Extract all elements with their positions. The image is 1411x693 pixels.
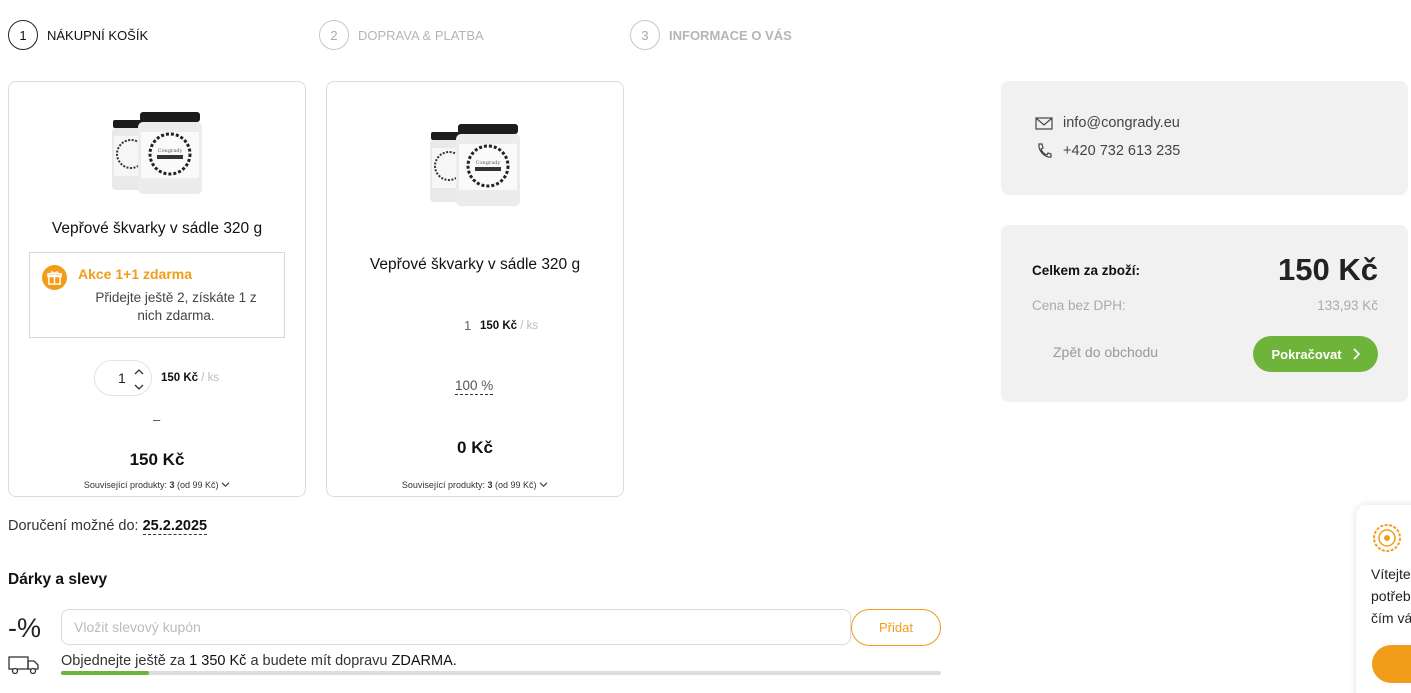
step-number: 1 [8,20,38,50]
coupon-placeholder: Vložit slevový kupón [74,619,201,635]
cart-item-card: Congrady Vepřové škvarky v sádle 320 g 1… [326,81,624,497]
contact-email[interactable]: info@congrady.eu [1035,115,1180,131]
order-summary: Celkem za zboží: 150 Kč Cena bez DPH: 13… [1001,225,1408,402]
item-total: 0 Kč [457,438,493,457]
step-cart[interactable]: 1 NÁKUPNÍ KOŠÍK [8,20,148,50]
mail-icon [1035,116,1053,130]
free-shipping-suffix: a budete mít dopravu [250,653,388,669]
related-from: (od 99 Kč) [177,480,219,490]
related-products-toggle[interactable]: Související produkty: 3 (od 99 Kč) [327,480,623,490]
chat-message: Vítejte potřeb čím vá [1371,563,1411,629]
step-label: INFORMACE O VÁS [669,27,792,43]
svg-text:Congrady: Congrady [158,148,183,154]
unit-price: 150 Kč / ks [161,372,219,384]
free-shipping-text: Objednejte ještě za 1 350 Kč a budete mí… [61,653,457,669]
chat-button[interactable] [1372,645,1411,683]
chat-line: čím vá [1371,610,1411,626]
free-shipping-progress [61,671,941,675]
total-value: 150 Kč [1278,252,1378,287]
step-number: 2 [319,20,349,50]
item-total: 150 Kč [129,450,185,469]
unit-price-value: 150 Kč [480,320,518,332]
chat-line: potřeb [1371,588,1411,604]
coupon-input[interactable]: Vložit slevový kupón [61,609,851,645]
phone-icon [1038,143,1052,158]
percent-icon: -% [8,613,41,643]
unit-label: / ks [520,320,539,332]
contact-phone[interactable]: +420 732 613 235 [1035,142,1180,160]
brand-logo-icon [1372,523,1402,558]
free-shipping-progress-fill [61,671,149,675]
chevron-right-icon [1352,348,1360,360]
step-shipping-payment[interactable]: 2 DOPRAVA & PLATBA [319,20,484,50]
quantity-value[interactable]: 1 [118,370,126,386]
total-label: Celkem za zboží: [1032,263,1141,278]
promo-title: Akce 1+1 zdarma [78,266,193,282]
related-products-toggle[interactable]: Související produkty: 3 (od 99 Kč) [9,480,305,490]
vat-value: 133,93 Kč [1317,298,1378,313]
free-shipping-amount: 1 350 Kč [189,653,247,669]
unit-label: / ks [201,372,220,384]
related-label: Související produkty: [401,480,485,490]
continue-label: Pokračovat [1271,346,1342,362]
product-image[interactable]: Congrady [109,108,209,198]
step-label: DOPRAVA & PLATBA [358,27,484,43]
gifts-title: Dárky a slevy [8,571,108,588]
related-label: Související produkty: [83,480,167,490]
chevron-up-icon[interactable] [133,365,145,377]
related-from: (od 99 Kč) [495,480,537,490]
vat-label: Cena bez DPH: [1032,298,1126,313]
promo-text: Přidejte ještě 2, získáte 1 z nich zdarm… [95,290,257,323]
chevron-down-icon [221,482,230,488]
step-customer-info[interactable]: 3 INFORMACE O VÁS [630,20,792,50]
quantity-value: 1 [464,318,472,333]
free-shipping-highlight: ZDARMA. [391,653,457,669]
chevron-down-icon[interactable] [133,380,145,392]
related-count: 3 [169,480,175,490]
back-to-shop-link[interactable]: Zpět do obchodu [1053,344,1158,360]
step-number: 3 [630,20,660,50]
product-title[interactable]: Vepřové škvarky v sádle 320 g [327,256,623,274]
discount-placeholder: – [153,412,161,427]
add-coupon-button[interactable]: Přidat [851,609,941,646]
cart-item-card: Congrady Vepřové škvarky v sádle 320 g A… [8,81,306,497]
contact-phone-text: +420 732 613 235 [1063,143,1181,159]
product-image[interactable]: Congrady [427,120,527,210]
promo-box: Akce 1+1 zdarma Přidejte ještě 2, získát… [29,252,285,338]
chevron-down-icon [539,482,548,488]
free-shipping-prefix: Objednejte ještě za [61,653,186,669]
checkout-steps: 1 NÁKUPNÍ KOŠÍK 2 DOPRAVA & PLATBA 3 INF… [8,20,908,50]
product-title[interactable]: Vepřové škvarky v sádle 320 g [9,220,305,238]
unit-price-value: 150 Kč [161,372,199,384]
continue-button[interactable]: Pokračovat [1253,336,1378,372]
truck-icon [8,655,40,680]
contact-box: info@congrady.eu +420 732 613 235 [1001,81,1408,195]
delivery-info: Doručení možné do: 25.2.2025 [8,518,208,535]
discount-value[interactable]: 100 % [455,378,494,395]
chat-widget[interactable]: Vítejte potřeb čím vá [1356,505,1411,693]
contact-email-text: info@congrady.eu [1063,115,1180,131]
delivery-date[interactable]: 25.2.2025 [142,518,208,535]
related-count: 3 [487,480,493,490]
chat-line: Vítejte [1371,566,1411,582]
quantity-stepper[interactable]: 1 [94,360,152,396]
step-label: NÁKUPNÍ KOŠÍK [47,27,149,43]
gift-icon [42,265,67,290]
delivery-label: Doručení možné do: [8,518,139,534]
unit-price: 150 Kč / ks [480,320,538,332]
svg-text:Congrady: Congrady [476,160,501,166]
